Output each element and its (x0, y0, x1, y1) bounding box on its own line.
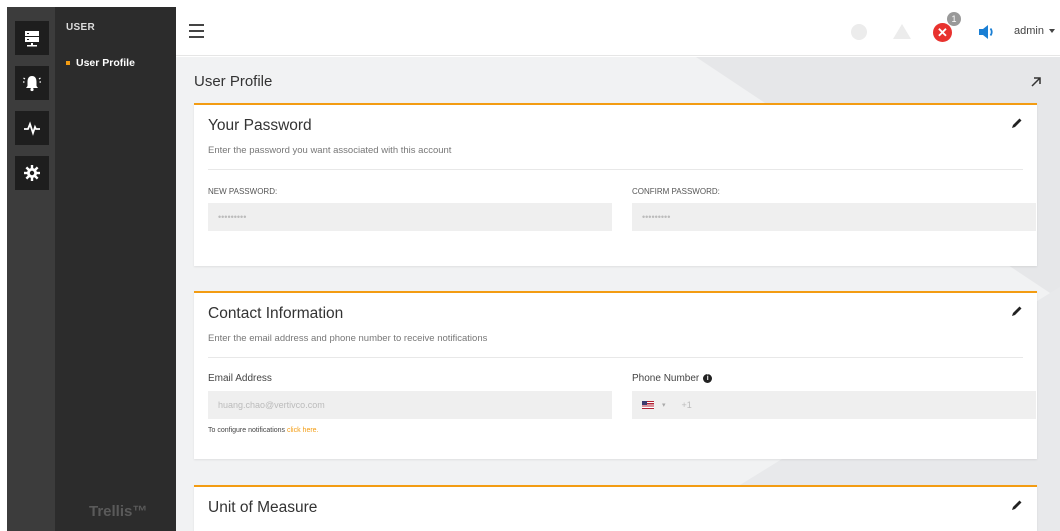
new-password-label: NEW PASSWORD: (208, 187, 278, 196)
top-header: ✕ 1 admin (176, 7, 1060, 56)
pulse-icon (24, 121, 40, 136)
user-menu[interactable]: admin (1014, 25, 1055, 37)
units-card: Unit of Measure (194, 485, 1037, 531)
email-label: Email Address (208, 373, 272, 384)
main-content: User Profile Your Password Enter the pas… (176, 57, 1060, 531)
phone-label: Phone Number (632, 373, 700, 384)
alarm-count-badge: 1 (947, 12, 961, 26)
password-card: Your Password Enter the password you wan… (194, 103, 1037, 266)
user-name: admin (1014, 25, 1044, 37)
page-title: User Profile (194, 73, 273, 90)
brand-logo: Trellis™ (89, 503, 148, 520)
divider (208, 357, 1023, 358)
pencil-icon[interactable] (1011, 117, 1023, 129)
us-flag-icon[interactable] (642, 401, 654, 409)
email-field[interactable]: huang.chao@vertivco.com (208, 391, 612, 419)
active-bullet (66, 61, 70, 65)
hamburger-icon[interactable] (189, 24, 204, 38)
window-frame (0, 0, 1060, 7)
chevron-down-icon[interactable]: ▾ (662, 401, 666, 409)
info-status-icon[interactable] (851, 24, 867, 40)
notifications-link[interactable]: click here. (287, 427, 319, 434)
phone-label-group: Phone Number i (632, 373, 713, 384)
info-icon[interactable]: i (703, 374, 713, 383)
notifications-note: To configure notifications click here. (208, 427, 319, 434)
notifications-note-text: To configure notifications (208, 427, 287, 434)
gear-icon (24, 165, 40, 181)
rail-monitoring-button[interactable] (15, 111, 49, 145)
contact-card: Contact Information Enter the email addr… (194, 291, 1037, 459)
speaker-icon[interactable] (977, 23, 997, 41)
icon-rail (7, 7, 55, 531)
alarm-bell-icon (23, 76, 41, 92)
card-title: Unit of Measure (208, 499, 318, 516)
pencil-icon[interactable] (1011, 499, 1023, 511)
menu-item-user-profile[interactable]: User Profile (66, 57, 135, 69)
card-title: Contact Information (208, 305, 344, 322)
warning-status-icon[interactable] (893, 24, 911, 39)
rail-settings-button[interactable] (15, 156, 49, 190)
server-icon (25, 31, 39, 47)
new-password-field[interactable]: ••••••••• (208, 203, 612, 231)
menu-item-label: User Profile (76, 57, 135, 69)
pencil-icon[interactable] (1011, 305, 1023, 317)
card-title: Your Password (208, 117, 312, 134)
confirm-password-field[interactable]: ••••••••• (632, 203, 1036, 231)
rail-devices-button[interactable] (15, 21, 49, 55)
card-subtitle: Enter the email address and phone number… (208, 333, 488, 344)
phone-field[interactable]: ▾ +1 (632, 391, 1036, 419)
divider (208, 169, 1023, 170)
side-menu: USER User Profile Trellis™ (55, 7, 176, 531)
confirm-password-label: CONFIRM PASSWORD: (632, 187, 720, 196)
critical-alarm-icon[interactable]: ✕ (933, 23, 952, 42)
expand-icon[interactable] (1029, 75, 1043, 89)
chevron-down-icon (1048, 29, 1055, 33)
phone-country-code: +1 (681, 400, 692, 410)
menu-section-user: USER (66, 22, 95, 33)
card-subtitle: Enter the password you want associated w… (208, 145, 452, 156)
rail-alarms-button[interactable] (15, 66, 49, 100)
